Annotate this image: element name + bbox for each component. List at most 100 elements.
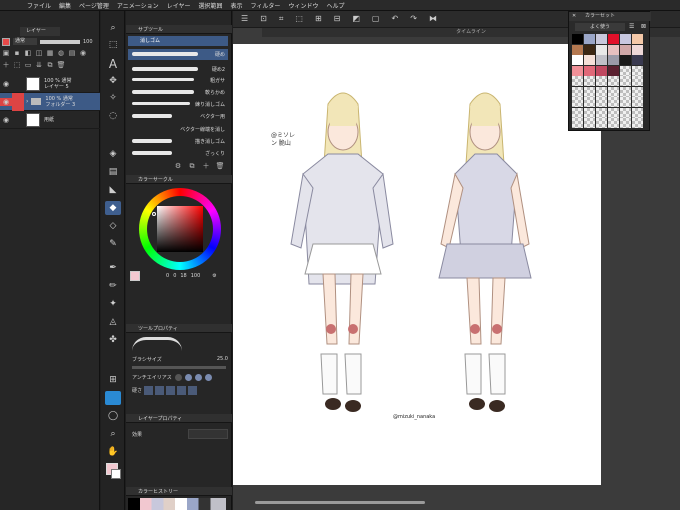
reference-icon[interactable]: ◫: [35, 49, 43, 57]
delete-subtool-icon[interactable]: 🗑: [216, 162, 225, 170]
lock-icon[interactable]: ▪: [13, 49, 21, 57]
color-swatch[interactable]: [596, 55, 607, 65]
color-swatch[interactable]: [620, 86, 631, 97]
color-swatch[interactable]: [608, 55, 619, 65]
move-tool-icon[interactable]: ✥: [105, 74, 121, 88]
brush-size-value[interactable]: 25.0: [217, 356, 228, 365]
mask-icon[interactable]: ◍: [57, 49, 65, 57]
color-swatch[interactable]: [620, 76, 631, 86]
color-swatch[interactable]: [572, 44, 583, 55]
layer-tab[interactable]: レイヤー: [20, 27, 60, 36]
menu-layer[interactable]: レイヤー: [167, 1, 191, 10]
layer-row[interactable]: ◉ 用紙: [0, 111, 100, 129]
crop-icon[interactable]: ⌗: [279, 14, 284, 26]
color-swatch[interactable]: [584, 107, 595, 118]
clip-icon[interactable]: ◧: [24, 49, 32, 57]
menu-file[interactable]: ファイル: [27, 1, 51, 10]
color-swatch[interactable]: [596, 97, 607, 107]
antialias-option[interactable]: [204, 373, 212, 381]
menu-animation[interactable]: アニメーション: [117, 1, 159, 10]
auto-select-tool-icon[interactable]: ✧: [105, 91, 121, 105]
color-swatch[interactable]: [596, 86, 607, 97]
color-swatch[interactable]: [620, 65, 631, 76]
ruler-snap-icon[interactable]: ⊟: [334, 14, 341, 26]
color-swatch[interactable]: [620, 118, 631, 128]
close-icon[interactable]: ✕: [572, 12, 576, 21]
hardness-option[interactable]: [155, 385, 165, 395]
blend-tool-icon[interactable]: ◇: [105, 219, 121, 233]
eraser-tool-icon[interactable]: ◆: [105, 201, 121, 215]
menu-page[interactable]: ページ管理: [79, 1, 109, 10]
color-swatch[interactable]: [620, 44, 631, 55]
flip-icon[interactable]: ⧓: [429, 14, 437, 26]
visibility-eye-icon[interactable]: ◉: [0, 97, 12, 106]
delete-layer-icon[interactable]: 🗑: [57, 61, 66, 69]
merge-down-icon[interactable]: ⇊: [35, 61, 43, 69]
color-swatch[interactable]: [572, 118, 583, 128]
hardness-option[interactable]: [144, 385, 154, 395]
color-swatch[interactable]: [584, 34, 595, 44]
redo-icon[interactable]: ↷: [410, 14, 417, 26]
color-swatch[interactable]: [572, 97, 583, 107]
colorset-dropdown[interactable]: よく使う: [575, 23, 625, 31]
color-swatch[interactable]: [632, 76, 643, 86]
antialias-option[interactable]: [184, 373, 192, 381]
saturation-value-square[interactable]: [157, 206, 203, 252]
menu-view[interactable]: 表示: [231, 1, 243, 10]
layer-tool-icon[interactable]: ▣: [2, 49, 10, 57]
select-all-icon[interactable]: ▢: [372, 14, 380, 26]
search-icon[interactable]: ⌕: [105, 427, 121, 441]
color-swatch[interactable]: [632, 107, 643, 118]
antialias-option[interactable]: [194, 373, 202, 381]
speech-balloon-icon[interactable]: ◯: [105, 409, 121, 423]
duplicate-icon[interactable]: ⧉: [46, 61, 54, 69]
menu-edit[interactable]: 編集: [59, 1, 71, 10]
menu-window[interactable]: ウィンドウ: [288, 1, 318, 10]
new-canvas-icon[interactable]: ⊡: [260, 14, 267, 26]
decoration-tool-icon[interactable]: ✤: [105, 333, 121, 347]
color-swatch[interactable]: [584, 97, 595, 107]
color-swatch[interactable]: [596, 44, 607, 55]
color-swatch[interactable]: [584, 55, 595, 65]
color-swatch[interactable]: [632, 55, 643, 65]
color-swatch[interactable]: [572, 86, 583, 97]
color-swatch[interactable]: [596, 107, 607, 118]
new-vector-layer-icon[interactable]: ⬚: [13, 61, 21, 69]
visibility-eye-icon[interactable]: ◉: [0, 116, 12, 124]
color-swatch[interactable]: [596, 118, 607, 128]
color-swatch[interactable]: [608, 107, 619, 118]
undo-icon[interactable]: ↶: [391, 14, 398, 26]
airbrush-tool-icon[interactable]: ◬: [105, 315, 121, 329]
color-swatch[interactable]: [572, 55, 583, 65]
blend-mode-select[interactable]: 通常: [13, 38, 37, 45]
color-swatch[interactable]: [584, 65, 595, 76]
grid-icon[interactable]: ⊞: [315, 14, 322, 26]
transform-icon[interactable]: ⬚: [295, 14, 303, 26]
lock-transparent-icon[interactable]: ▦: [46, 49, 54, 57]
text-tool-icon[interactable]: A: [105, 57, 121, 71]
color-swatch[interactable]: [632, 118, 643, 128]
colorset-delete-icon[interactable]: ⊠: [641, 23, 646, 30]
color-swatch[interactable]: [584, 118, 595, 128]
hardness-option[interactable]: [177, 385, 187, 395]
settings-icon[interactable]: ⚙: [212, 273, 216, 279]
color-swatch[interactable]: [620, 34, 631, 44]
color-swatch[interactable]: [596, 34, 607, 44]
main-color-swatch[interactable]: [2, 37, 10, 46]
color-swatch[interactable]: [620, 107, 631, 118]
ruler-icon[interactable]: ▤: [68, 49, 76, 57]
color-swatch[interactable]: [572, 107, 583, 118]
pencil-tool-icon[interactable]: ✏: [105, 279, 121, 293]
antialias-option[interactable]: [174, 373, 182, 381]
hardness-option[interactable]: [166, 385, 176, 395]
brush-tool-icon[interactable]: ✦: [105, 297, 121, 311]
color-swatch[interactable]: [572, 65, 583, 76]
color-swatch[interactable]: [596, 76, 607, 86]
visibility-eye-icon[interactable]: ◉: [0, 80, 12, 88]
subtool-group-tab[interactable]: 消しゴム: [128, 36, 228, 46]
color-swatch[interactable]: [620, 97, 631, 107]
subtool-settings-icon[interactable]: ⚙: [174, 162, 182, 170]
gradient-tool-icon[interactable]: ▤: [105, 165, 121, 179]
color-swatch[interactable]: [608, 86, 619, 97]
duplicate-subtool-icon[interactable]: ⧉: [188, 162, 196, 170]
